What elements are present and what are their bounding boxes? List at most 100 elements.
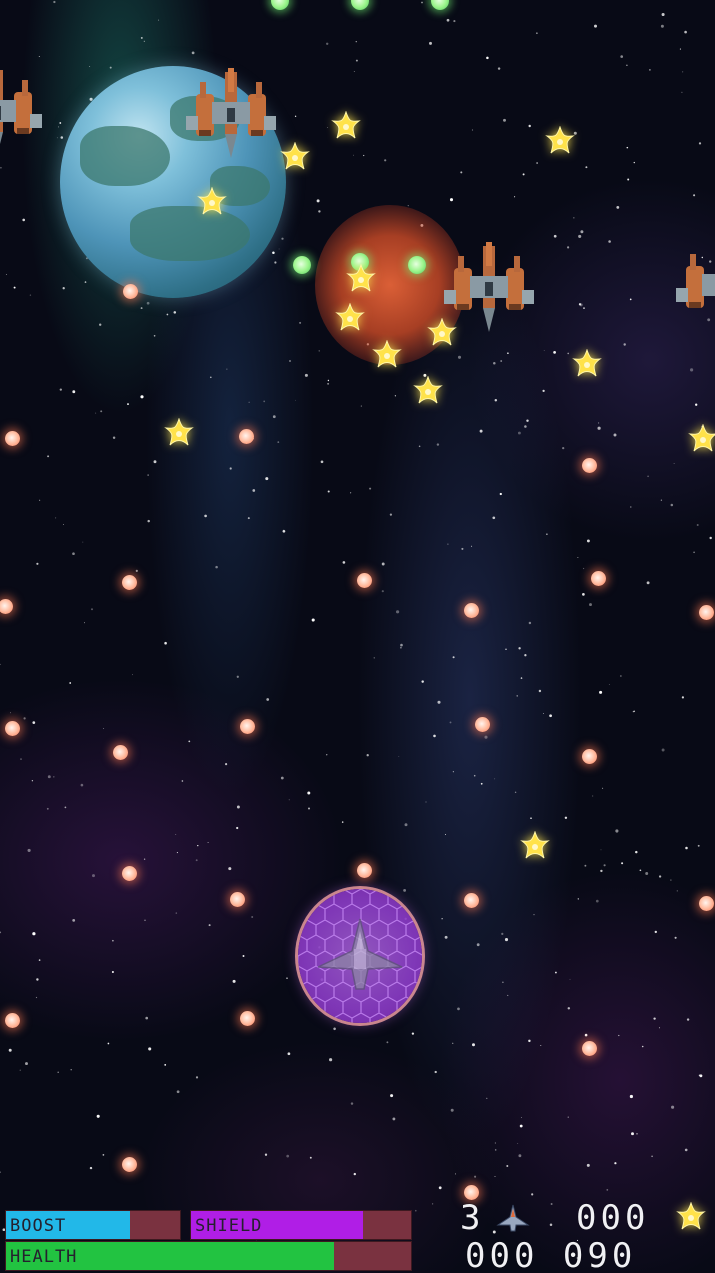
background-star (31, 780, 34, 782)
background-star (449, 198, 454, 202)
background-star (135, 569, 138, 572)
background-star (674, 936, 677, 939)
background-star (299, 321, 302, 324)
background-star (452, 656, 455, 659)
background-star (437, 700, 441, 704)
background-star (399, 646, 402, 649)
background-star (147, 474, 149, 476)
background-star (679, 48, 681, 50)
background-star (266, 698, 270, 701)
background-star (80, 783, 84, 787)
background-star (536, 32, 538, 34)
background-star (503, 118, 506, 122)
shield-hex-pattern (298, 889, 422, 1023)
background-star (661, 748, 665, 752)
background-star (27, 848, 31, 852)
background-star (629, 298, 632, 301)
enemy-ship (0, 66, 42, 156)
background-star (586, 1163, 590, 1167)
background-star (621, 862, 624, 865)
background-star (603, 864, 606, 867)
background-star (564, 816, 568, 820)
background-star (144, 919, 146, 922)
background-star (281, 237, 284, 240)
background-star (236, 805, 240, 809)
background-star (112, 939, 114, 942)
background-star (553, 234, 557, 238)
background-star (600, 849, 602, 851)
background-star (584, 864, 587, 867)
background-star (681, 696, 685, 699)
background-star (286, 1154, 290, 1158)
enemy-bullet (123, 284, 138, 299)
background-star (618, 1034, 620, 1037)
background-star (252, 489, 256, 492)
background-star (166, 313, 169, 316)
background-star (175, 912, 178, 914)
background-star (453, 20, 456, 23)
background-star (514, 196, 516, 198)
background-star (629, 1094, 633, 1099)
background-star (326, 754, 328, 756)
health-bar: HEALTH (5, 1241, 412, 1271)
game-scene[interactable]: BOOST SHIELD HEALTH 3 000 000 090 (0, 0, 715, 1273)
background-star (326, 42, 329, 45)
background-star (550, 1203, 553, 1205)
enemy-bullet (239, 429, 254, 444)
background-star (651, 1155, 653, 1158)
background-star (10, 712, 11, 714)
background-star (681, 91, 683, 94)
player-shield-bubble (298, 889, 422, 1023)
background-star (229, 467, 232, 470)
background-star (103, 728, 105, 729)
background-star (670, 503, 674, 507)
background-star (102, 1154, 105, 1156)
background-star (355, 59, 358, 62)
background-star (197, 844, 199, 847)
background-star (554, 971, 557, 974)
star-pickup (347, 264, 375, 292)
enemy-bullet (582, 749, 597, 764)
background-star (636, 1133, 638, 1135)
background-star (494, 398, 498, 402)
shield-label: SHIELD (195, 1216, 263, 1236)
background-star (670, 879, 672, 881)
background-star (444, 834, 446, 835)
enemy-bullet (230, 892, 245, 907)
background-star (660, 24, 664, 28)
background-star (418, 445, 421, 448)
background-star (175, 833, 177, 836)
background-star (673, 463, 675, 464)
enemy-bullet (240, 719, 255, 734)
background-star (500, 360, 503, 362)
background-star (567, 352, 570, 355)
background-star (99, 323, 102, 326)
background-star (660, 499, 663, 501)
star-pickup (689, 424, 715, 452)
background-star (82, 541, 84, 543)
background-star (176, 1090, 180, 1094)
background-star (38, 959, 41, 961)
health-label: HEALTH (10, 1247, 78, 1267)
background-star (53, 776, 55, 778)
background-star (143, 858, 146, 860)
enemy-bullet (113, 745, 128, 760)
background-star (294, 115, 297, 117)
enemy-bullet (5, 1013, 20, 1028)
background-star (215, 565, 218, 569)
background-star (578, 303, 582, 306)
background-star (661, 12, 665, 17)
background-star (533, 914, 535, 916)
background-star (499, 492, 502, 496)
background-star (682, 71, 684, 73)
background-star (143, 40, 145, 42)
background-star (19, 1069, 21, 1071)
background-star (32, 932, 36, 936)
background-star (614, 1162, 617, 1165)
background-star (84, 281, 87, 283)
background-star (602, 787, 604, 789)
background-star (72, 552, 75, 556)
background-star (421, 680, 424, 683)
background-star (342, 561, 346, 564)
background-star (684, 1148, 688, 1152)
